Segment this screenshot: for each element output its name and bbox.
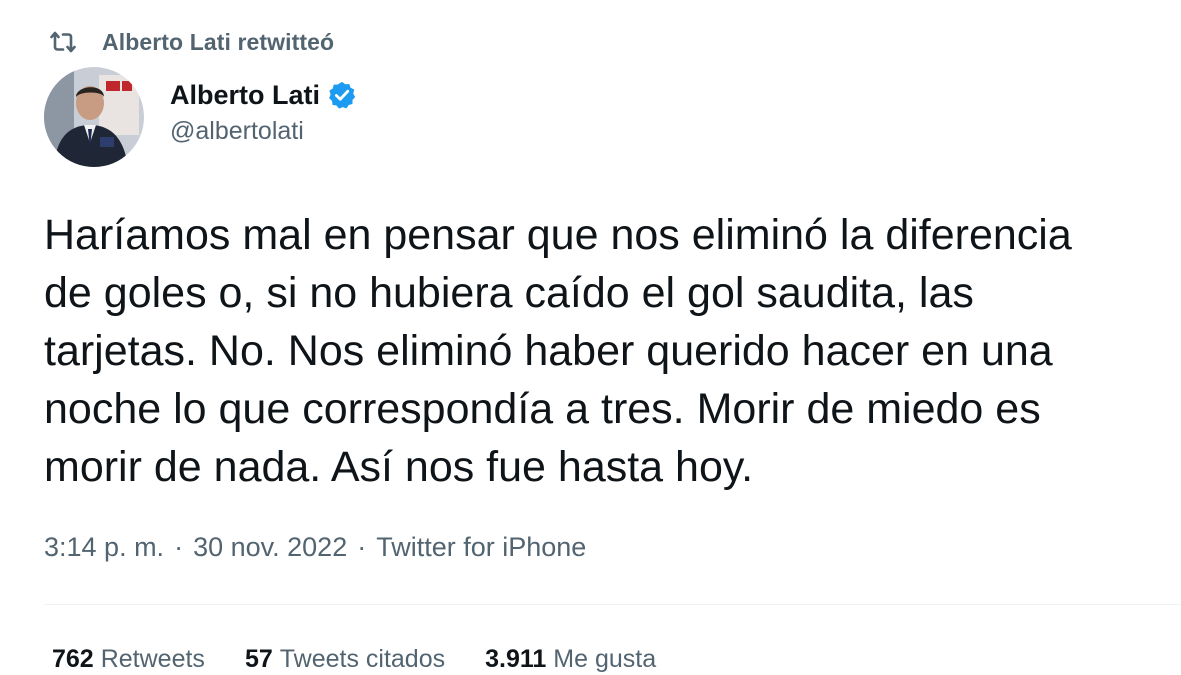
display-name[interactable]: Alberto Lati — [170, 80, 320, 111]
author-block: Alberto Lati @albertolati — [44, 67, 357, 167]
tweet-text: Haríamos mal en pensar que nos eliminó l… — [44, 211, 1072, 491]
avatar[interactable] — [44, 67, 144, 167]
stat-label: Tweets citados — [279, 644, 446, 673]
tweet-meta: 3:14 p. m. · 30 nov. 2022 · Twitter for … — [44, 528, 586, 566]
stat-count: 762 — [52, 644, 94, 673]
retweet-header[interactable]: Alberto Lati retwitteó — [50, 25, 334, 59]
stat-count: 3.911 — [485, 644, 547, 673]
stat-label: Me gusta — [553, 644, 657, 673]
author-names: Alberto Lati @albertolati — [170, 78, 357, 146]
display-name-row[interactable]: Alberto Lati — [170, 78, 357, 112]
stat-likes[interactable]: 3.911 Me gusta — [485, 645, 656, 674]
verified-badge-icon — [327, 80, 357, 110]
retweet-icon — [50, 29, 76, 55]
tweet-date[interactable]: 30 nov. 2022 — [193, 532, 347, 563]
divider — [44, 604, 1181, 605]
stat-quote-tweets[interactable]: 57 Tweets citados — [245, 645, 445, 674]
tweet-card: Alberto Lati retwitteó Alberto Lati @alb… — [0, 0, 1181, 675]
meta-separator: · — [357, 531, 367, 562]
retweet-header-text[interactable]: Alberto Lati retwitteó — [102, 29, 334, 56]
tweet-stats: 762 Retweets 57 Tweets citados 3.911 Me … — [52, 642, 696, 675]
meta-separator: · — [174, 531, 184, 562]
stat-count: 57 — [244, 644, 273, 673]
stat-label: Retweets — [100, 644, 205, 673]
author-handle[interactable]: @albertolati — [170, 117, 357, 146]
stat-retweets[interactable]: 762 Retweets — [52, 645, 205, 674]
tweet-source[interactable]: Twitter for iPhone — [376, 532, 586, 563]
tweet-time[interactable]: 3:14 p. m. — [44, 532, 164, 563]
